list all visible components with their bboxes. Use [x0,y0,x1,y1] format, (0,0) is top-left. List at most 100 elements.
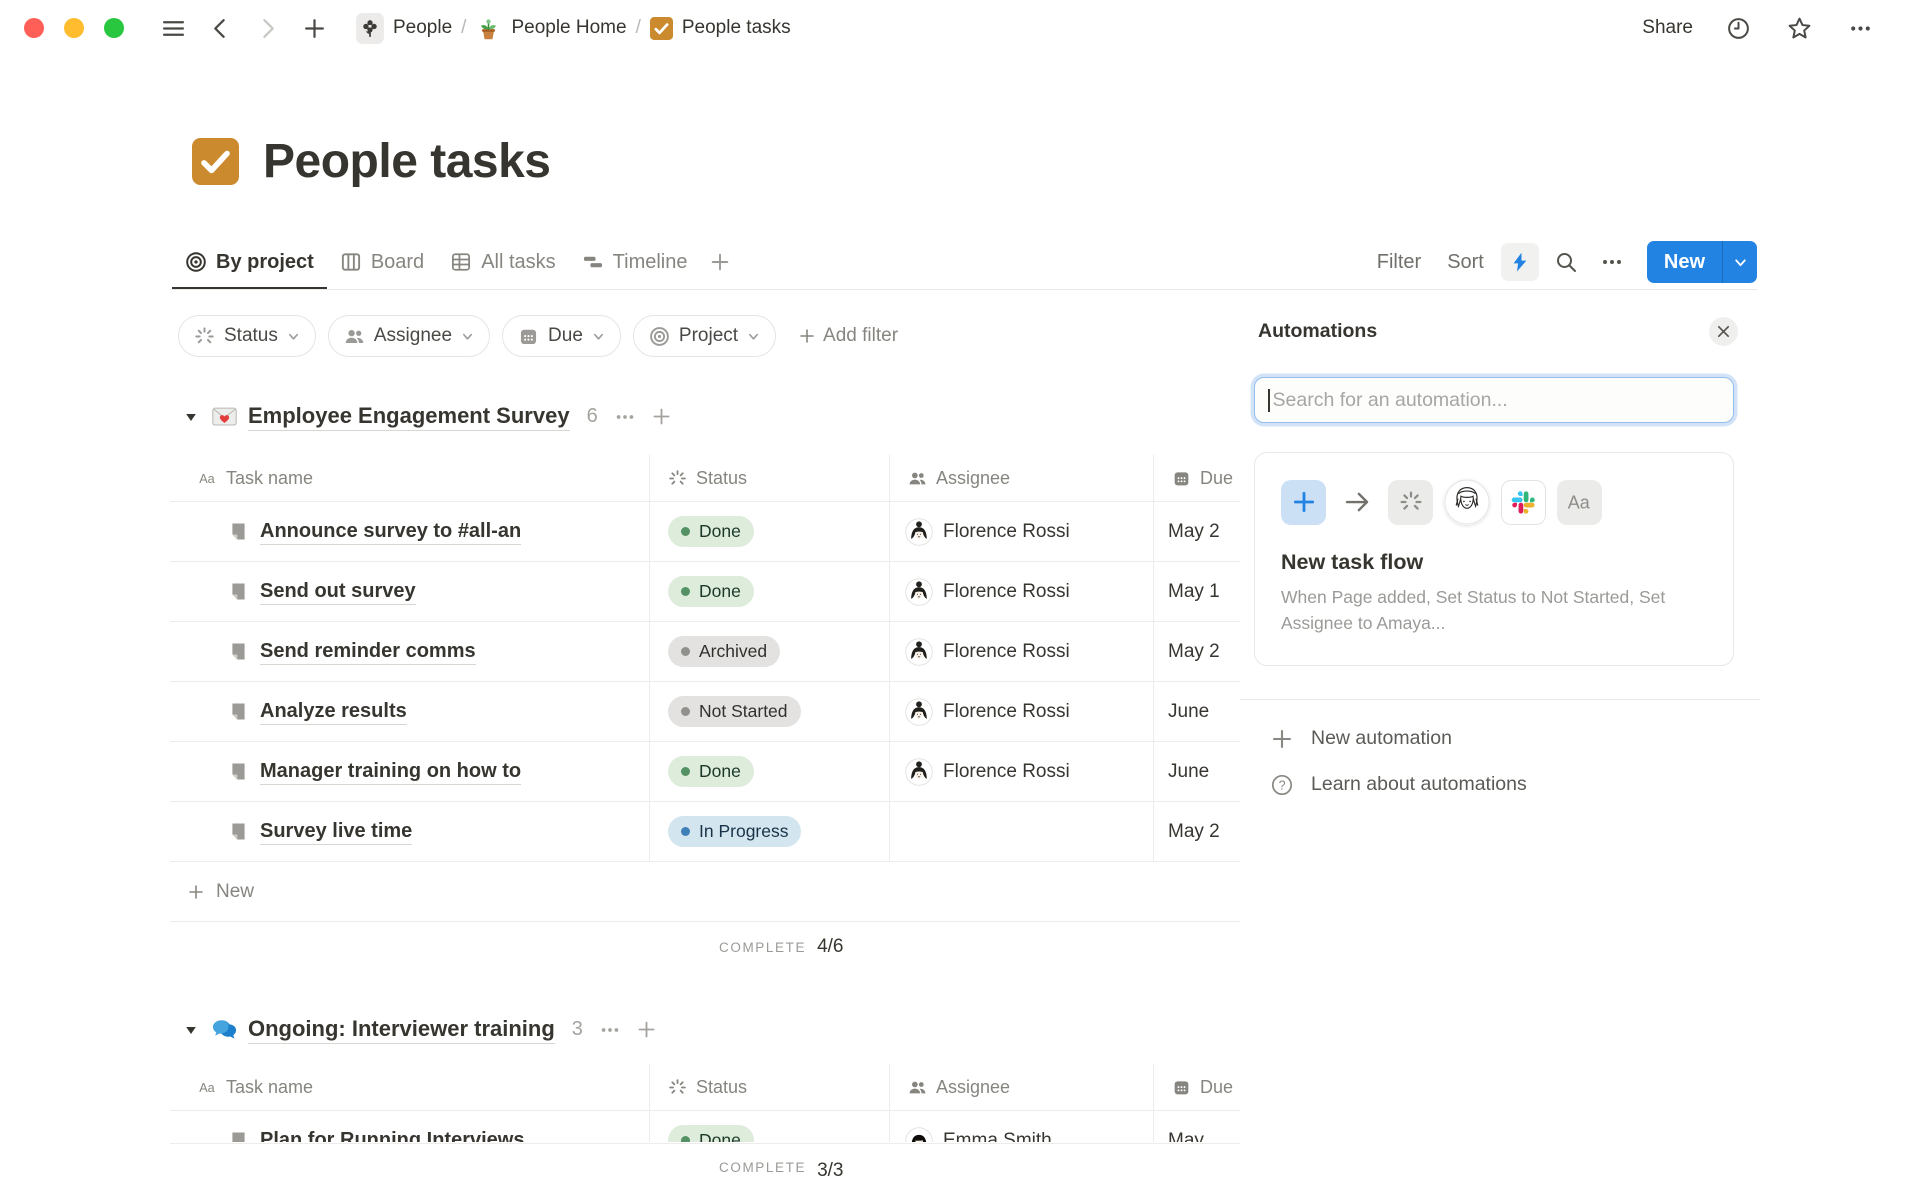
add-filter-button[interactable]: Add filter [798,325,898,347]
task-cell[interactable]: Analyze results [170,682,650,741]
breadcrumb-item[interactable]: People [350,10,458,47]
new-button[interactable]: New [1647,241,1722,283]
back-icon[interactable] [208,16,233,41]
breadcrumb-item[interactable]: People Home [469,12,632,45]
status-cell[interactable]: Done [650,502,890,561]
task-cell[interactable]: Send reminder comms [170,622,650,681]
task-title-link[interactable]: Plan for Running Interviews [260,1128,524,1143]
column-header-task-name[interactable]: AaTask name [170,455,650,501]
status-badge[interactable]: Not Started [668,696,801,727]
people-icon [908,1078,927,1097]
filter-chip-assignee[interactable]: Assignee [328,315,490,357]
assignee-cell[interactable]: Florence Rossi [890,742,1154,801]
florence-avatar-icon [905,518,933,546]
favorite-star-icon[interactable] [1787,16,1812,41]
task-title-link[interactable]: Send reminder comms [260,639,476,665]
task-title-link[interactable]: Analyze results [260,699,407,725]
chip-label: Project [679,325,738,347]
assignee-cell[interactable] [890,802,1154,861]
window-controls [24,18,124,38]
task-cell[interactable]: Manager training on how to [170,742,650,801]
share-button[interactable]: Share [1634,13,1701,43]
column-header-task-name[interactable]: AaTask name [170,1064,650,1110]
task-cell[interactable]: Plan for Running Interviews [170,1111,650,1142]
automations-button[interactable] [1501,243,1539,281]
status-cell[interactable]: Archived [650,622,890,681]
window-minimize-button[interactable] [64,18,84,38]
status-badge[interactable]: Done [668,756,754,787]
task-cell[interactable]: Send out survey [170,562,650,621]
learn-automations-link[interactable]: ? Learn about automations [1240,767,1760,803]
group-title-link[interactable]: Employee Engagement Survey [248,403,570,431]
task-title-link[interactable]: Survey live time [260,819,412,845]
task-title-link[interactable]: Announce survey to #all-an [260,519,521,545]
page-emoji-check-icon[interactable] [192,138,239,185]
task-title-link[interactable]: Manager training on how to [260,759,521,785]
add-view-icon[interactable] [709,251,731,273]
breadcrumb-item[interactable]: People tasks [644,14,797,43]
group-title-link[interactable]: Ongoing: Interviewer training [248,1016,555,1044]
task-title-link[interactable]: Send out survey [260,579,416,605]
status-cell[interactable]: Done [650,1111,890,1142]
filter-chip-project[interactable]: Project [633,315,776,357]
close-panel-button[interactable] [1709,317,1738,346]
plus-icon[interactable] [636,1019,657,1040]
status-badge[interactable]: Done [668,516,754,547]
dots-icon[interactable] [599,1019,621,1041]
window-zoom-button[interactable] [104,18,124,38]
status-dot [681,647,690,656]
assignee-cell[interactable]: Florence Rossi [890,622,1154,681]
close-icon [1716,324,1731,339]
triangle-down-icon[interactable] [184,410,198,424]
view-options-icon[interactable] [1600,250,1624,274]
filter-button[interactable]: Filter [1368,246,1430,279]
svg-text:Aa: Aa [1568,492,1591,512]
status-dot [681,827,690,836]
triangle-down-icon[interactable] [184,1023,198,1037]
column-header-assignee[interactable]: Assignee [890,1064,1154,1110]
florence-avatar-icon [905,638,933,666]
plus-icon[interactable] [651,406,672,427]
column-header-assignee[interactable]: Assignee [890,455,1154,501]
assignee-cell[interactable]: Florence Rossi [890,502,1154,561]
sidebar-toggle-icon[interactable] [161,16,186,41]
search-icon[interactable] [1554,250,1578,274]
assignee-name: Florence Rossi [943,581,1070,603]
page-title[interactable]: People tasks [263,134,550,189]
tab-by-project[interactable]: By project [172,237,327,289]
new-automation-button[interactable]: New automation [1240,721,1760,757]
status-cell[interactable]: Done [650,742,890,801]
status-cell[interactable]: Not Started [650,682,890,741]
tab-timeline[interactable]: Timeline [569,237,701,289]
automation-search-input[interactable]: Search for an automation... [1254,377,1734,423]
new-button-dropdown[interactable] [1722,241,1757,283]
status-badge[interactable]: In Progress [668,816,801,847]
assignee-cell[interactable]: Emma Smith [890,1111,1154,1142]
updates-clock-icon[interactable] [1726,16,1751,41]
assignee-cell[interactable]: Florence Rossi [890,682,1154,741]
chip-label: Status [224,325,278,347]
automation-card[interactable]: Aa New task flow When Page added, Set St… [1254,452,1734,666]
new-page-icon[interactable] [302,16,327,41]
more-options-icon[interactable] [1848,16,1873,41]
tab-board[interactable]: Board [327,237,437,289]
breadcrumb-separator: / [461,17,466,39]
sort-button[interactable]: Sort [1438,246,1493,279]
tab-all-tasks[interactable]: All tasks [437,237,568,289]
automations-panel-header: Automations [1240,292,1760,346]
status-cell[interactable]: Done [650,562,890,621]
column-header-status[interactable]: Status [650,455,890,501]
status-badge[interactable]: Done [668,576,754,607]
column-header-status[interactable]: Status [650,1064,890,1110]
task-cell[interactable]: Survey live time [170,802,650,861]
aa-box: Aa [1557,480,1602,525]
task-cell[interactable]: Announce survey to #all-an [170,502,650,561]
filter-chip-status[interactable]: Status [178,315,316,357]
status-cell[interactable]: In Progress [650,802,890,861]
filter-chip-due[interactable]: Due [502,315,621,357]
dots-icon[interactable] [614,406,636,428]
window-close-button[interactable] [24,18,44,38]
status-badge[interactable]: Done [668,1125,754,1142]
status-badge[interactable]: Archived [668,636,780,667]
assignee-cell[interactable]: Florence Rossi [890,562,1154,621]
